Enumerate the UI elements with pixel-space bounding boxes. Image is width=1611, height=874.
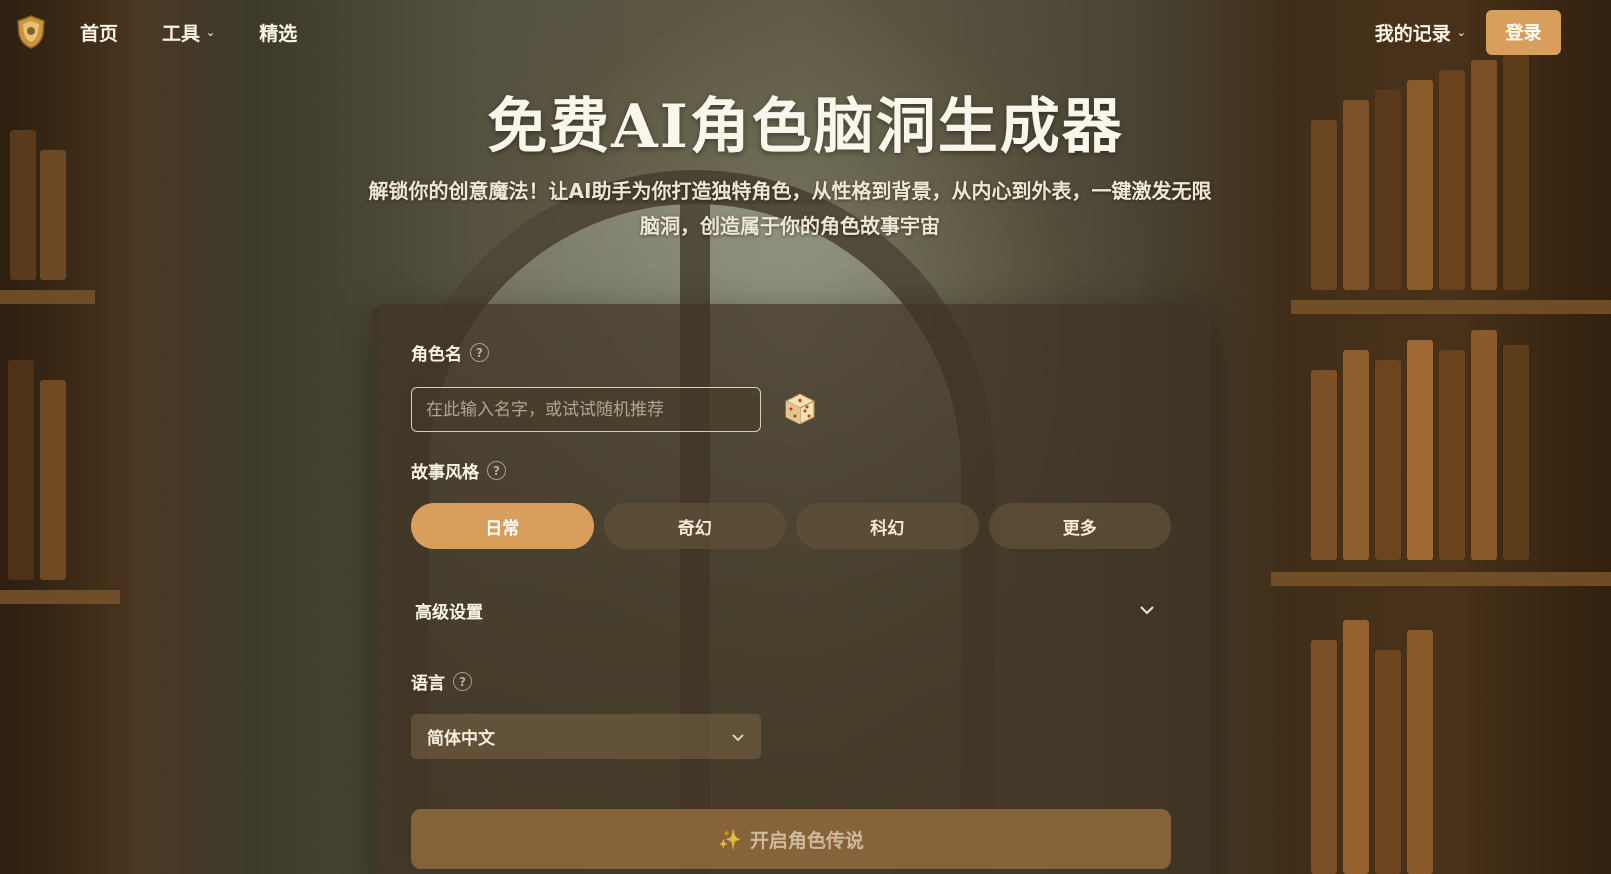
dice-icon[interactable] [783, 392, 817, 426]
book [1311, 370, 1337, 560]
book [40, 380, 66, 580]
language-label: 语言 ? [411, 669, 472, 694]
advanced-settings-toggle[interactable]: 高级设置 [415, 584, 1155, 636]
question-circle-icon[interactable]: ? [453, 672, 472, 691]
shelf-plank [1271, 572, 1611, 586]
style-option-daily[interactable]: 日常 [411, 503, 594, 549]
book [1407, 340, 1433, 560]
question-circle-icon[interactable]: ? [470, 343, 489, 362]
shelf-plank [0, 590, 120, 604]
page-subtitle-line-1: 解锁你的创意魔法！让AI助手为你打造独特角色，从性格到背景，从内心到外表，一键激… [368, 179, 1212, 203]
nav-home[interactable]: 首页 [80, 19, 118, 46]
advanced-settings-label: 高级设置 [415, 602, 483, 623]
style-option-more[interactable]: 更多 [988, 503, 1171, 549]
chevron-down-icon: ⌄ [1456, 25, 1466, 39]
book [40, 150, 66, 280]
my-records-dropdown[interactable]: 我的记录 ⌄ [1375, 19, 1466, 46]
book [1343, 350, 1369, 560]
book [1407, 630, 1433, 874]
nav-tools-dropdown[interactable]: 工具 ⌄ [162, 19, 215, 46]
nav-tools-label: 工具 [162, 22, 201, 45]
book [8, 360, 34, 580]
language-select[interactable]: 简体中文 [411, 714, 761, 759]
chevron-down-icon: ⌄ [206, 25, 216, 39]
login-button[interactable]: 登录 [1486, 9, 1561, 55]
page-subtitle: 解锁你的创意魔法！让AI助手为你打造独特角色，从性格到背景，从内心到外表，一键激… [310, 174, 1270, 244]
book [1311, 640, 1337, 874]
start-legend-button-label: 开启角色传说 [749, 829, 864, 852]
style-option-scifi[interactable]: 科幻 [796, 503, 979, 549]
start-legend-button[interactable]: ✨ 开启角色传说 [411, 809, 1171, 869]
book [1471, 330, 1497, 560]
nav-featured[interactable]: 精选 [259, 19, 297, 46]
top-navbar: 首页 工具 ⌄ 精选 我的记录 ⌄ 登录 [0, 0, 1611, 64]
page-title: 免费AI角色脑洞生成器 [487, 92, 1124, 162]
shelf-plank [0, 290, 95, 304]
sparkles-icon: ✨ [718, 828, 742, 851]
nav-home-label: 首页 [80, 22, 119, 45]
book [1375, 360, 1401, 560]
shield-logo-icon[interactable] [16, 15, 46, 49]
style-option-fantasy[interactable]: 奇幻 [603, 503, 786, 549]
story-style-label-text: 故事风格 [411, 463, 479, 483]
book [1343, 620, 1369, 874]
language-select-value: 简体中文 [427, 729, 495, 749]
page-subtitle-line-2: 脑洞，创造属于你的角色故事宇宙 [640, 214, 940, 238]
nav-featured-label: 精选 [259, 22, 298, 45]
language-label-text: 语言 [411, 674, 445, 694]
character-name-label-text: 角色名 [411, 345, 462, 365]
book [1375, 650, 1401, 874]
generator-form-card: 角色名 ? 故事风格 ? 日常 奇幻 科幻 更多 高级设置 语 [371, 304, 1211, 874]
character-name-input[interactable] [411, 387, 761, 432]
story-style-options: 日常 奇幻 科幻 更多 [411, 503, 1171, 549]
chevron-down-icon [1139, 600, 1155, 620]
story-style-label: 故事风格 ? [411, 458, 506, 483]
question-circle-icon[interactable]: ? [487, 461, 506, 480]
book [1503, 345, 1529, 560]
shelf-plank [1291, 300, 1611, 314]
character-name-label: 角色名 ? [411, 340, 489, 365]
chevron-down-icon [731, 727, 745, 747]
my-records-label: 我的记录 [1374, 22, 1451, 45]
book [1439, 350, 1465, 560]
